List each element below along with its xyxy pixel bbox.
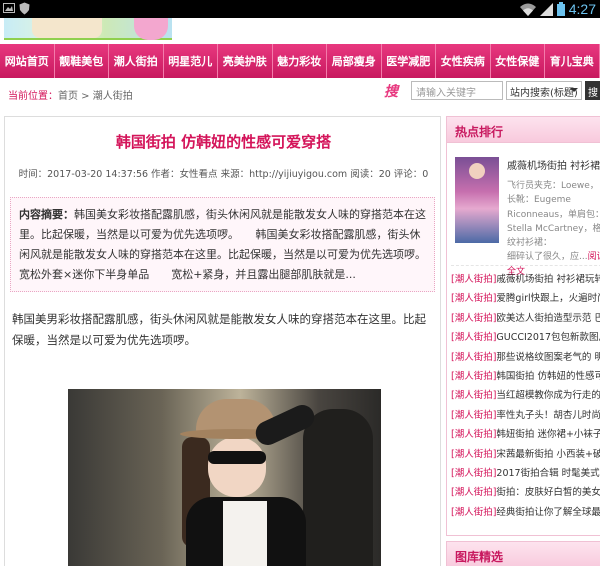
shield-icon [19, 2, 30, 15]
search-scope-select[interactable]: 站内搜索(标题) [506, 81, 582, 100]
hot-list: [潮人街拍]戚薇机场街拍 衬衫裙玩转文艺少女[潮人街拍]爱腾girl快跟上，火遍… [451, 265, 600, 522]
gallery-title: 图库精选 [447, 542, 600, 566]
breadcrumb-current[interactable]: 潮人街拍 [93, 91, 133, 102]
search-logo-text: 搜 [384, 84, 398, 100]
search-scope-value: 站内搜索(标题) [510, 88, 578, 99]
breadcrumb-home[interactable]: 首页 [58, 91, 78, 102]
search-input[interactable]: 请输入关键字 [411, 81, 503, 100]
breadcrumb: 当前位置：首页 > 潮人街拍 [8, 87, 133, 102]
hot-item-title[interactable]: 戚薇机场街拍 衬衫裙玩转文艺少女 [496, 274, 600, 285]
hot-list-item[interactable]: [潮人街拍]韩妞街拍 迷你裙+小袜子大风潮 [451, 425, 600, 444]
hot-item-title[interactable]: 经典街拍让你了解全球最会穿衣的 [496, 507, 600, 518]
hot-item-tag[interactable]: [潮人街拍] [451, 352, 496, 363]
hot-item-title[interactable]: 韩妞街拍 迷你裙+小袜子大风潮 [496, 429, 600, 440]
article-photo [68, 389, 381, 566]
hot-item-title[interactable]: 宋茜最新街拍 小西装+破洞裤美翻 [496, 449, 600, 460]
hot-item-tag[interactable]: [潮人街拍] [451, 487, 496, 498]
breadcrumb-row: 当前位置：首页 > 潮人街拍 搜 请输入关键字 站内搜索(标题) 搜 [0, 78, 600, 106]
hot-list-item[interactable]: [潮人街拍]宋茜最新街拍 小西装+破洞裤美翻 [451, 445, 600, 464]
hot-item-tag[interactable]: [潮人街拍] [451, 429, 496, 440]
hot-item-title[interactable]: 当红超模教你成为行走的衣架 [496, 390, 600, 401]
breadcrumb-prefix: 当前位置： [8, 91, 58, 102]
nav-item[interactable]: 女性保健 [491, 44, 545, 78]
hot-list-item[interactable]: [潮人街拍]当红超模教你成为行走的衣架 [451, 386, 600, 405]
hot-item-title[interactable]: 爱腾girl快跟上，火遍时尚圈的4种 [496, 293, 600, 304]
hot-list-item[interactable]: [潮人街拍]街拍：皮肤好白皙的美女，长得真 [451, 483, 600, 502]
hot-ranking-panel: 热点排行 戚薇机场街拍 衬衫裙玩转文 飞行员夹克：Loewe，长靴：Eugeme… [446, 116, 600, 536]
article-summary: 内容摘要：韩国美女彩妆搭配露肌感，街头休闲风就是能散发女人味的穿搭范本在这里。比… [10, 197, 440, 292]
site-banner [0, 18, 600, 44]
breadcrumb-separator: > [78, 91, 93, 102]
nav-item[interactable]: 网站首页 [0, 44, 55, 78]
hot-item-tag[interactable]: [潮人街拍] [451, 390, 496, 401]
gallery-panel: 图库精选 [446, 541, 600, 566]
hot-ranking-title: 热点排行 [447, 117, 600, 143]
nav-item[interactable]: 医学减肥 [382, 44, 436, 78]
hot-list-item[interactable]: [潮人街拍]那些说格纹图案老气的 明明是你 [451, 348, 600, 367]
hot-item-title[interactable]: 街拍：皮肤好白皙的美女，长得真 [496, 487, 600, 498]
status-bar: 4:27 [0, 0, 600, 18]
featured-desc-text-2: 细碎认了很久，应... [507, 252, 588, 263]
hot-item-tag[interactable]: [潮人街拍] [451, 332, 496, 343]
hot-item-title[interactable]: 率性丸子头！胡杏儿时尚街拍干练 [496, 410, 600, 421]
featured-thumbnail[interactable] [455, 157, 499, 243]
nav-item[interactable]: 魅力彩妆 [273, 44, 327, 78]
hot-list-item[interactable]: [潮人街拍]GUCCI2017包包新款图片细节 仙 [451, 328, 600, 347]
search-logo: 搜 [384, 81, 398, 101]
wifi-icon [519, 3, 536, 16]
hot-list-item[interactable]: [潮人街拍]戚薇机场街拍 衬衫裙玩转文艺少女 [451, 270, 600, 289]
site-logo[interactable] [4, 18, 172, 40]
nav-item[interactable]: 靓鞋美包 [55, 44, 109, 78]
signal-icon [539, 2, 553, 16]
article-meta: 时间：2017-03-20 14:37:56 作者：女性看点 来源：http:/… [18, 169, 429, 180]
hot-item-tag[interactable]: [潮人街拍] [451, 468, 496, 479]
main-nav: 网站首页 靓鞋美包 潮人街拍 明星范儿 亮美护肤 魅力彩妆 局部瘦身 医学减肥 女性疾病 女性保健… [0, 44, 600, 78]
hot-item-title[interactable]: 欧美达人街拍造型示范 巴黎街头 [496, 313, 600, 324]
article-title: 韩国街拍 仿韩妞的性感可爱穿搭 [115, 133, 332, 151]
hot-item-title[interactable]: GUCCI2017包包新款图片细节 仙 [496, 332, 600, 343]
article-body: 韩国美男彩妆搭配露肌感，街头休闲风就是能散发女人味的穿搭范本在这里。比起保暖，当… [12, 312, 426, 347]
nav-item[interactable]: 明星范儿 [164, 44, 218, 78]
clock: 4:27 [568, 1, 596, 17]
hot-item-tag[interactable]: [潮人街拍] [451, 293, 496, 304]
search-button[interactable]: 搜 [585, 81, 600, 100]
summary-text: 韩国美女彩妆搭配露肌感，街头休闲风就是能散发女人味的穿搭范本在这里。比起保暖，当… [19, 208, 441, 281]
nav-item[interactable]: 育儿宝典 [545, 44, 600, 78]
article-panel: 韩国街拍 仿韩妞的性感可爱穿搭 时间：2017-03-20 14:37:56 作… [4, 116, 441, 566]
hot-item-tag[interactable]: [潮人街拍] [451, 410, 496, 421]
hot-item-tag[interactable]: [潮人街拍] [451, 313, 496, 324]
summary-label: 内容摘要： [19, 208, 74, 221]
hot-item-tag[interactable]: [潮人街拍] [451, 274, 496, 285]
featured-desc-text: 飞行员夹克：Loewe，长靴：Eugeme Riconneaus，单肩包：Ste… [507, 181, 600, 249]
hot-item-tag[interactable]: [潮人街拍] [451, 449, 496, 460]
hot-item-title[interactable]: 那些说格纹图案老气的 明明是你 [496, 352, 600, 363]
nav-item[interactable]: 局部瘦身 [327, 44, 382, 78]
nav-item[interactable]: 女性疾病 [436, 44, 491, 78]
nav-item[interactable]: 亮美护肤 [218, 44, 273, 78]
nav-item[interactable]: 潮人街拍 [109, 44, 164, 78]
hot-list-item[interactable]: [潮人街拍]韩国街拍 仿韩妞的性感可爱穿搭 [451, 367, 600, 386]
hot-list-item[interactable]: [潮人街拍]经典街拍让你了解全球最会穿衣的 [451, 503, 600, 522]
hot-list-item[interactable]: [潮人街拍]欧美达人街拍造型示范 巴黎街头 [451, 309, 600, 328]
battery-icon [556, 2, 565, 16]
image-icon [3, 3, 15, 13]
hot-list-item[interactable]: [潮人街拍]率性丸子头！胡杏儿时尚街拍干练 [451, 406, 600, 425]
hot-list-item[interactable]: [潮人街拍]爱腾girl快跟上，火遍时尚圈的4种 [451, 289, 600, 308]
hot-item-title[interactable]: 韩国街拍 仿韩妞的性感可爱穿搭 [496, 371, 600, 382]
hot-item-title[interactable]: 2017街拍合辑 时髦美式style不可 [496, 468, 600, 479]
hot-item-tag[interactable]: [潮人街拍] [451, 507, 496, 518]
hot-list-item[interactable]: [潮人街拍]2017街拍合辑 时髦美式style不可 [451, 464, 600, 483]
featured-title[interactable]: 戚薇机场街拍 衬衫裙玩转文 [507, 157, 600, 172]
hot-item-tag[interactable]: [潮人街拍] [451, 371, 496, 382]
